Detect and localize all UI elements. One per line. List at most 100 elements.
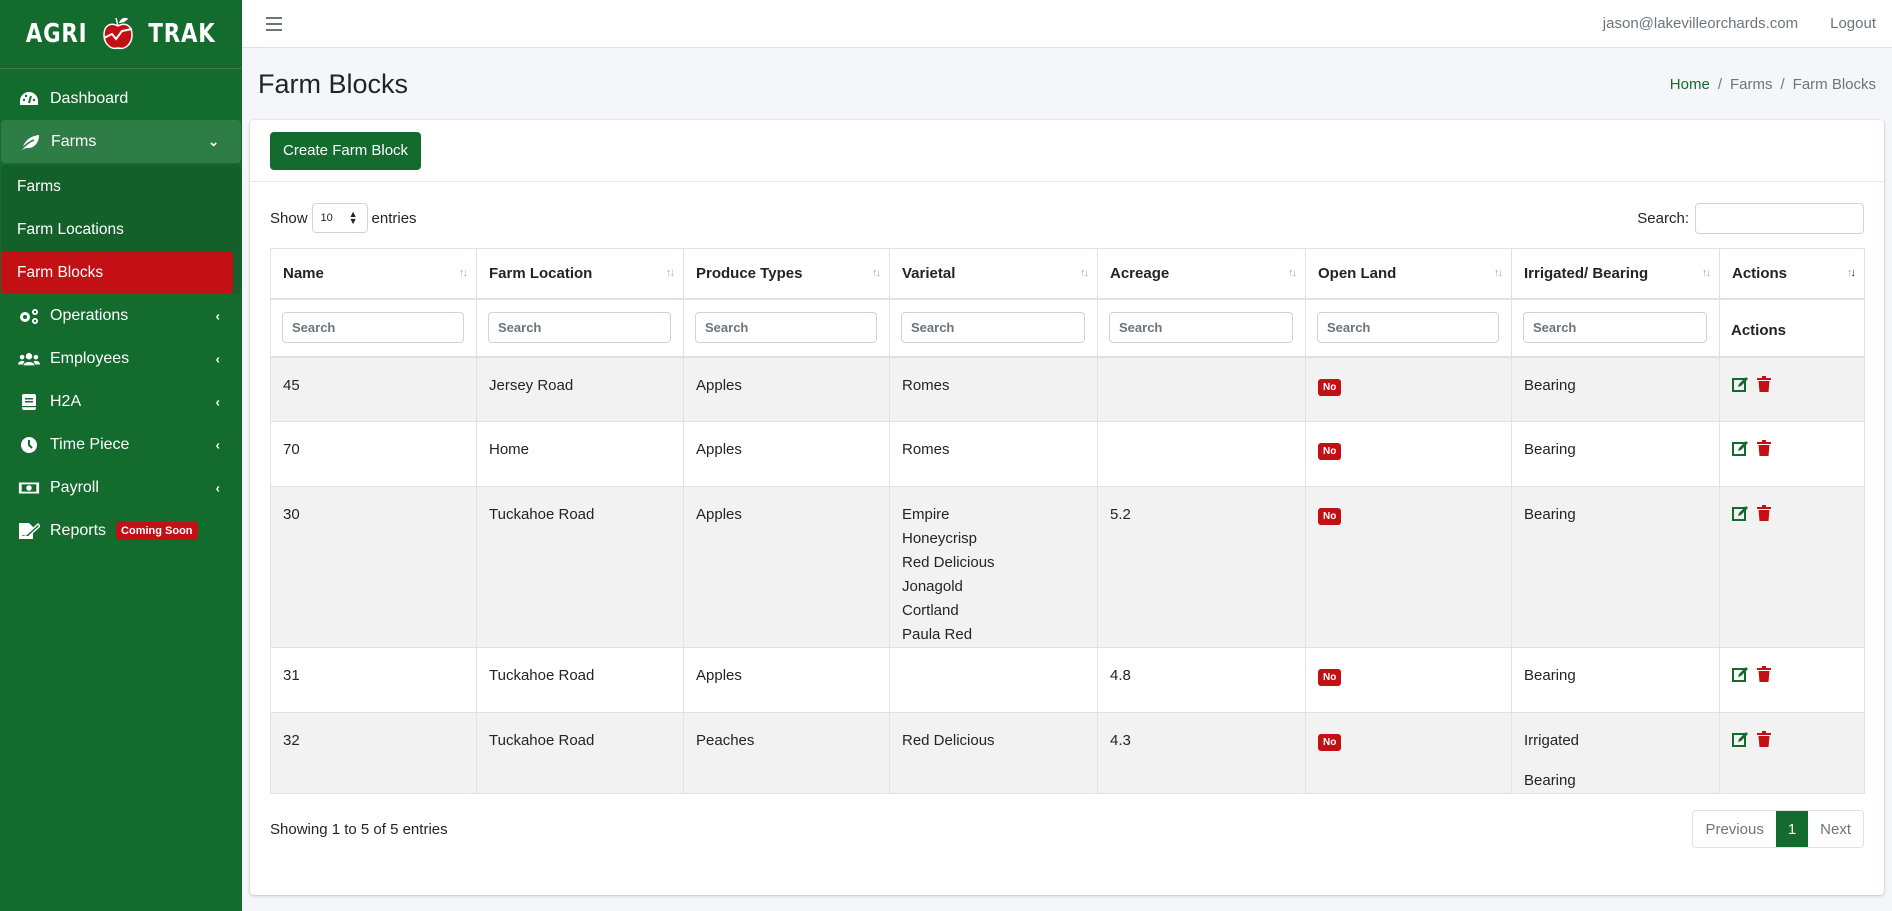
varietal-item: Paula Red — [902, 626, 973, 643]
sort-icon[interactable]: ↑↓ — [459, 267, 468, 279]
sort-icon[interactable]: ↑↓ — [1847, 267, 1856, 279]
cell-open-land: No — [1305, 712, 1512, 794]
sort-icon[interactable]: ↑↓ — [666, 267, 675, 279]
column-search-input[interactable]: Search — [1523, 311, 1707, 343]
previous-page-button[interactable]: Previous — [1693, 811, 1775, 847]
delete-trash-icon[interactable] — [1757, 505, 1771, 521]
column-filter-cell: Search — [1097, 298, 1306, 358]
sidebar-subitem-farm-blocks[interactable]: Farm Blocks — [1, 251, 233, 294]
hamburger-menu-icon[interactable] — [266, 16, 282, 31]
sidebar-item-h2a[interactable]: H2A ‹ — [0, 380, 242, 423]
entries-label: entries — [371, 209, 417, 227]
breadcrumb-farms[interactable]: Farms — [1730, 76, 1773, 93]
edit-icon[interactable] — [1732, 440, 1749, 456]
sidebar-item-payroll[interactable]: Payroll ‹ — [0, 466, 242, 509]
edit-icon[interactable] — [1732, 505, 1749, 521]
cell-produce-types: Apples — [683, 356, 890, 422]
column-search-input[interactable]: Search — [1317, 311, 1499, 343]
column-search-input[interactable]: Search — [488, 311, 671, 343]
cell-name: 45 — [270, 356, 477, 422]
cell-varietal: Empire Honeycrisp Red Delicious Jonagold Cor… — [889, 486, 1098, 648]
farms-submenu: Farms Farm Locations Farm Blocks — [1, 165, 241, 294]
cell-name: 31 — [270, 647, 477, 713]
delete-trash-icon[interactable] — [1757, 666, 1771, 682]
cell-open-land: No — [1305, 486, 1512, 648]
sidebar-item-operations[interactable]: Operations ‹ — [0, 294, 242, 337]
user-email-link[interactable]: jason@lakevilleorchards.com — [1603, 15, 1798, 32]
sidebar-item-dashboard[interactable]: Dashboard — [0, 77, 242, 120]
irrigated-bearing-item: Bearing — [1524, 772, 1576, 789]
sort-icon[interactable]: ↑↓ — [1288, 267, 1297, 279]
delete-trash-icon[interactable] — [1757, 375, 1771, 392]
cell-name: 70 — [270, 421, 477, 487]
cell-open-land: No — [1305, 647, 1512, 713]
cell-actions — [1719, 486, 1865, 648]
card-header: Create Farm Block — [250, 120, 1884, 182]
column-header-label: Open Land — [1318, 264, 1397, 282]
cell-varietal: Romes — [889, 421, 1098, 487]
column-search-input[interactable]: Search — [1109, 311, 1293, 343]
global-search-input[interactable] — [1695, 202, 1864, 234]
chevron-left-icon: ‹ — [215, 308, 220, 323]
sidebar-item-reports[interactable]: Reports Coming Soon — [0, 509, 242, 552]
column-search-input[interactable]: Search — [901, 311, 1085, 343]
table-footer: Showing 1 to 5 of 5 entries Previous 1 N… — [250, 809, 1884, 849]
brand-logo[interactable]: AGRI TRAK — [0, 0, 242, 69]
column-filter-cell: Search — [889, 298, 1098, 358]
delete-trash-icon[interactable] — [1757, 731, 1771, 747]
cell-irrigated-bearing: Bearing — [1511, 486, 1720, 648]
sidebar: AGRI TRAK Dashboard Farms ⌄ Farms Farm L… — [0, 0, 242, 911]
page-length-select[interactable]: 10 ▲ ▼ — [311, 203, 368, 233]
edit-icon[interactable] — [1732, 731, 1749, 747]
column-header[interactable]: Name ↑↓ — [270, 248, 477, 300]
sort-icon[interactable]: ↑↓ — [1494, 267, 1503, 279]
column-search-input[interactable]: Search — [282, 311, 464, 343]
sort-icon[interactable]: ↑↓ — [1080, 267, 1089, 279]
cell-acreage: 4.8 — [1097, 647, 1306, 713]
column-header[interactable]: Irrigated/ Bearing ↑↓ — [1511, 248, 1720, 300]
chevron-left-icon: ‹ — [215, 394, 220, 409]
sidebar-item-farms[interactable]: Farms ⌄ — [1, 120, 241, 163]
money-bill-icon — [18, 479, 40, 497]
column-filter-cell: Search — [270, 298, 477, 358]
varietal-item: Red Delicious — [902, 554, 995, 571]
column-header[interactable]: Open Land ↑↓ — [1305, 248, 1512, 300]
sidebar-item-label: H2A — [50, 392, 82, 410]
open-land-badge: No — [1318, 443, 1342, 460]
open-land-badge: No — [1318, 378, 1342, 396]
delete-trash-icon[interactable] — [1757, 440, 1771, 456]
global-search: Search: — [1637, 202, 1864, 234]
cell-produce-types: Apples — [683, 486, 890, 648]
varietal-item: Romes — [902, 441, 950, 458]
logout-link[interactable]: Logout — [1830, 15, 1876, 32]
show-label: Show — [270, 209, 308, 227]
column-search-input[interactable]: Search — [695, 311, 877, 343]
cell-irrigated-bearing: Bearing — [1511, 421, 1720, 487]
column-header[interactable]: Actions ↑↓ — [1719, 248, 1865, 300]
column-header[interactable]: Farm Location ↑↓ — [476, 248, 684, 300]
column-header[interactable]: Acreage ↑↓ — [1097, 248, 1306, 300]
create-farm-block-button[interactable]: Create Farm Block — [270, 131, 422, 170]
column-filter-cell: Search — [683, 298, 890, 358]
edit-icon[interactable] — [1732, 376, 1749, 392]
sidebar-subitem-farms[interactable]: Farms — [1, 165, 241, 208]
column-header[interactable]: Varietal ↑↓ — [889, 248, 1098, 300]
column-header[interactable]: Produce Types ↑↓ — [683, 248, 890, 300]
breadcrumb-home[interactable]: Home — [1670, 76, 1710, 93]
cell-varietal — [889, 647, 1098, 713]
column-header-label: Actions — [1732, 264, 1788, 282]
sidebar-subitem-farm-locations[interactable]: Farm Locations — [1, 208, 241, 251]
page-1-button[interactable]: 1 — [1775, 811, 1809, 847]
edit-icon[interactable] — [1732, 666, 1749, 682]
chevron-left-icon: ‹ — [215, 437, 220, 452]
sort-icon[interactable]: ↑↓ — [872, 267, 881, 279]
next-page-button[interactable]: Next — [1808, 811, 1863, 847]
breadcrumb-current: Farm Blocks — [1792, 75, 1876, 93]
sidebar-item-label: Reports — [50, 521, 107, 539]
sidebar-item-employees[interactable]: Employees ‹ — [0, 337, 242, 380]
varietal-item: Red Delicious — [902, 732, 995, 749]
sidebar-item-label: Dashboard — [50, 89, 129, 107]
cell-produce-types: Apples — [683, 647, 890, 713]
sidebar-item-time-piece[interactable]: Time Piece ‹ — [0, 423, 242, 466]
sort-icon[interactable]: ↑↓ — [1702, 267, 1711, 279]
